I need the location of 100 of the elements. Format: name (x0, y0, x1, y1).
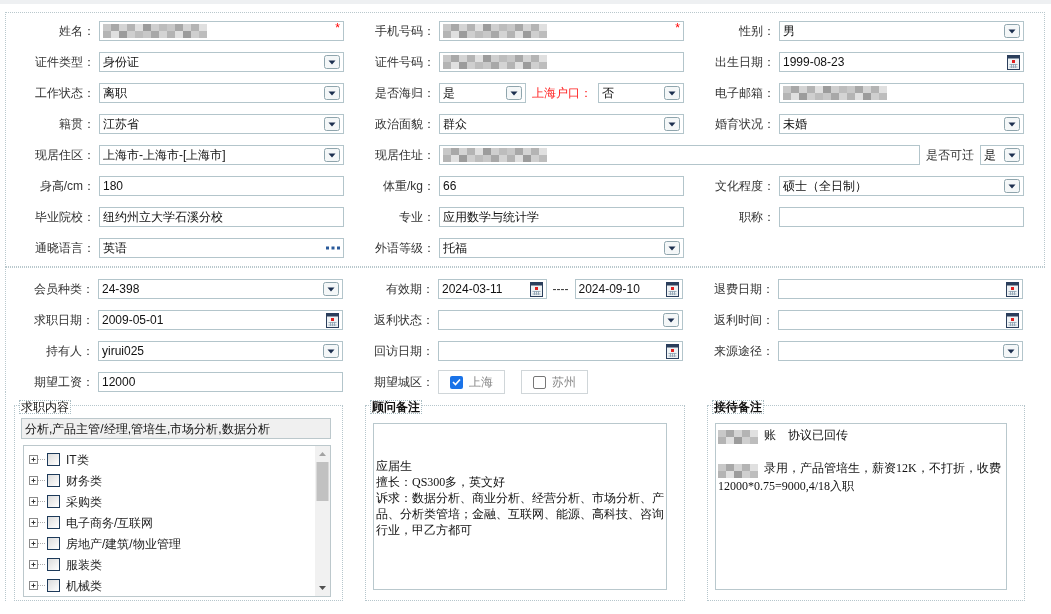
field-label: 体重/kg： (382, 178, 436, 195)
field-label: ---- (551, 281, 570, 298)
field-label: 专业： (398, 209, 436, 226)
dropdown-field[interactable]: 是 (980, 145, 1024, 165)
input-field[interactable] (779, 207, 1024, 227)
dropdown-field[interactable] (438, 310, 683, 330)
checkbox[interactable] (47, 474, 60, 487)
expand-icon[interactable] (29, 560, 45, 569)
dropdown-field[interactable]: 24-398 (98, 279, 343, 299)
tree-item[interactable]: 财务类 (66, 471, 102, 490)
note-text: 12000*0.75=9000,4/18入职 (718, 477, 855, 494)
note-text: 账 协议已回传 (764, 427, 848, 443)
calendar-icon (1006, 281, 1019, 297)
input-field[interactable]: 180 (99, 176, 344, 196)
input-field[interactable] (439, 145, 920, 165)
checkbox[interactable] (47, 558, 60, 571)
note-textarea[interactable]: 账 协议已回传 录用，产品管培生，薪资12K，不打折，收费 12000*0.75=9000,4/18入职 (715, 423, 1007, 590)
checkbox[interactable] (47, 579, 60, 592)
field-label: 退费日期： (713, 281, 775, 298)
tree-item[interactable]: 采购类 (66, 492, 102, 511)
input-field[interactable] (779, 83, 1024, 103)
tree-item[interactable]: IT类 (66, 450, 89, 469)
input-field[interactable]: 纽约州立大学石溪分校 (99, 207, 344, 227)
scrollbar[interactable] (315, 446, 330, 596)
calendar-icon (666, 343, 679, 359)
field-label: 会员种类： (33, 281, 95, 298)
dropdown-field[interactable]: 托福 (439, 238, 684, 258)
field-label: 文化程度： (714, 178, 776, 195)
field-label: 是否海归： (374, 85, 436, 102)
dropdown-field[interactable]: 未婚 (779, 114, 1024, 134)
expand-icon[interactable] (29, 581, 45, 590)
field-label: 来源途径： (713, 343, 775, 360)
field-label: 是否可迁 (925, 147, 975, 164)
group-legend: 接待备注 (712, 400, 764, 414)
checkmark-icon (452, 378, 461, 386)
tree-item[interactable]: 机械类 (66, 576, 102, 595)
date-field[interactable]: 2024-03-11 (438, 279, 547, 299)
field-label: 手机号码： (374, 23, 436, 40)
group-legend: 顾问备注 (370, 400, 422, 414)
city-toggle-button[interactable]: 上海 (438, 370, 505, 394)
dropdown-field[interactable]: 江苏省 (99, 114, 344, 134)
required-asterisk: * (335, 21, 340, 35)
dropdown-field[interactable]: 否 (597, 83, 684, 103)
expand-icon[interactable] (29, 455, 45, 464)
date-field[interactable]: 2009-05-01 (98, 310, 343, 330)
checkbox[interactable] (47, 453, 60, 466)
checkbox[interactable] (47, 537, 60, 550)
expand-icon[interactable] (29, 476, 45, 485)
selected-jobs-field[interactable]: 分析,产品主管/经理,管培生,市场分析,数据分析 (21, 418, 331, 439)
input-field[interactable]: 12000 (98, 372, 343, 392)
input-field[interactable]: * (439, 21, 684, 41)
dropdown-field[interactable]: 是 (439, 83, 526, 103)
checkbox[interactable] (47, 516, 60, 529)
input-field[interactable]: 66 (439, 176, 684, 196)
tree-item[interactable]: 房地产/建筑/物业管理 (66, 534, 181, 553)
field-label: 姓名： (58, 23, 96, 40)
date-field[interactable]: 1999-08-23 (779, 52, 1024, 72)
dropdown-field[interactable]: 身份证 (99, 52, 344, 72)
expand-icon[interactable] (29, 497, 45, 506)
calendar-icon (1007, 54, 1020, 70)
group-legend: 求职内容 (19, 400, 71, 414)
input-field[interactable]: 应用数学与统计学 (439, 207, 684, 227)
date-field[interactable] (778, 279, 1023, 299)
dropdown-field[interactable]: 硕士（全日制） (779, 176, 1024, 196)
note-text: 擅长：QS300多，英文好 (376, 474, 506, 490)
dropdown-field[interactable]: 男 (779, 21, 1024, 41)
date-field[interactable] (438, 341, 683, 361)
field-label: 有效期： (385, 281, 435, 298)
expand-icon[interactable] (29, 539, 45, 548)
dropdown-field[interactable]: 离职 (99, 83, 344, 103)
calendar-icon (1006, 312, 1019, 328)
dropdown-field[interactable] (778, 341, 1023, 361)
expand-icon[interactable] (29, 518, 45, 527)
tree-item[interactable]: 电子商务/互联网 (66, 513, 154, 532)
field-label: 出生日期： (714, 54, 776, 71)
field-label: 现居住址： (374, 147, 436, 164)
field-label: 政治面貌： (374, 116, 436, 133)
field-label: 返利状态： (373, 312, 435, 329)
checkbox[interactable] (533, 375, 546, 389)
city-toggle-button[interactable]: 苏州 (521, 370, 588, 394)
tree-item[interactable]: 服装类 (66, 555, 102, 574)
input-field[interactable] (439, 52, 684, 72)
date-field[interactable] (778, 310, 1023, 330)
input-field[interactable]: * (99, 21, 344, 41)
date-field[interactable]: 2024-09-10 (574, 279, 683, 299)
checkbox[interactable] (47, 495, 60, 508)
dropdown-field[interactable]: 上海市-上海市-[上海市] (99, 145, 344, 165)
field-label: 职称： (738, 209, 776, 226)
field-label: 证件类型： (34, 54, 96, 71)
dropdown-field[interactable]: 群众 (439, 114, 684, 134)
note-textarea[interactable]: 应届生 擅长：QS300多，英文好 诉求：数据分析、商业分析、经营分析、市场分析、产品、分析类管培；金融、互联网、能源、高科技、咨询行业，甲乙方都可 (373, 423, 667, 590)
field-label: 期望城区： (373, 374, 435, 391)
checkbox[interactable] (450, 375, 463, 389)
lookup-field[interactable]: 英语 (99, 238, 344, 258)
field-label: 电子邮箱： (714, 85, 776, 102)
note-text: 诉求：数据分析、商业分析、经营分析、市场分析、产品、分析类管培；金融、互联网、能源、高科技、咨询行业，甲乙方都可 (376, 490, 664, 538)
field-label: 身高/cm： (38, 178, 96, 195)
field-label: 返利时间： (713, 312, 775, 329)
field-label: 回访日期： (373, 343, 435, 360)
dropdown-field[interactable]: yirui025 (98, 341, 343, 361)
